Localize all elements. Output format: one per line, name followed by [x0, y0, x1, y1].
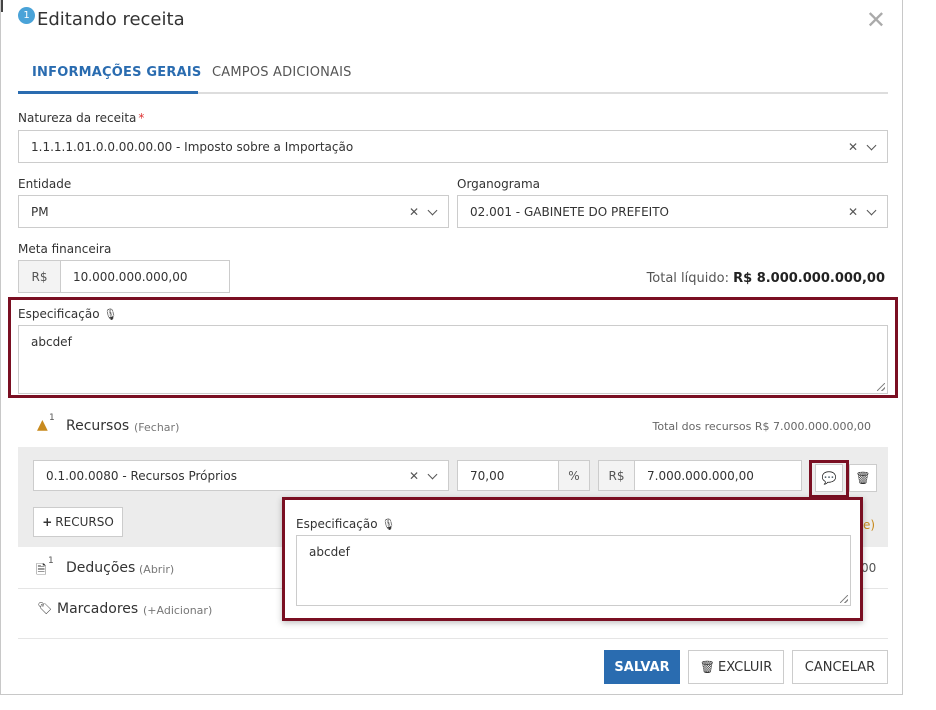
natureza-value: 1.1.1.1.01.0.0.00.00.00 - Imposto sobre …	[31, 139, 354, 154]
partial-text: 00	[861, 561, 877, 575]
especificacao-label: Especificação 🎙	[18, 307, 117, 321]
organograma-label: Organograma	[457, 177, 541, 191]
popover-text: abcdef	[309, 545, 350, 559]
recurso-select[interactable]: 0.1.00.0080 - Recursos Próprios ✕	[33, 460, 449, 491]
add-recurso-label: RECURSO	[55, 515, 114, 529]
especificacao-text: abcdef	[31, 335, 72, 349]
entidade-value: PM	[31, 204, 49, 219]
especificacao-textarea[interactable]: abcdef	[18, 325, 888, 394]
notification-badge: 1	[18, 7, 35, 24]
clear-icon[interactable]: ✕	[409, 205, 423, 219]
clear-icon[interactable]: ✕	[848, 205, 862, 219]
resize-handle[interactable]	[840, 595, 848, 603]
currency-prefix: R$	[598, 460, 635, 491]
percent-input[interactable]: 70,00	[457, 460, 559, 491]
comment-icon[interactable]: 💬	[815, 464, 843, 492]
plus-icon: +	[42, 515, 53, 529]
amount-input[interactable]: 7.000.000.000,00	[634, 460, 802, 491]
deducoes-toggle[interactable]: (Abrir)	[139, 563, 174, 576]
cancel-button[interactable]: CANCELAR	[792, 650, 888, 684]
popover-textarea[interactable]: abcdef	[296, 535, 851, 606]
dialog-title: Editando receita	[37, 9, 185, 30]
chevron-down-icon[interactable]	[427, 205, 438, 215]
meta-label: Meta financeira	[18, 242, 112, 256]
save-button[interactable]: SALVAR	[604, 650, 680, 684]
recursos-toggle[interactable]: (Fechar)	[134, 421, 179, 434]
document-icon: 🗎	[36, 563, 47, 578]
entidade-select[interactable]: PM ✕	[18, 195, 449, 228]
popover-label: Especificação 🎙	[296, 517, 395, 531]
deducoes-title: Deduções	[66, 560, 136, 576]
add-recurso-button[interactable]: + RECURSO	[33, 507, 123, 537]
currency-prefix: R$	[18, 260, 61, 293]
resize-handle[interactable]	[877, 383, 885, 391]
marcadores-toggle[interactable]: (+Adicionar)	[143, 604, 212, 617]
tag-icon: 🏷	[37, 601, 53, 615]
organograma-select[interactable]: 02.001 - GABINETE DO PREFEITO ✕	[457, 195, 888, 228]
especificacao-popover: Especificação 🎙 abcdef	[282, 497, 863, 621]
clear-icon[interactable]: ✕	[409, 469, 423, 483]
tab-campos-adicionais[interactable]: CAMPOS ADICIONAIS	[212, 65, 352, 80]
total-liquido: Total líquido: R$ 8.000.000.000,00	[647, 271, 885, 286]
marcadores-title: Marcadores	[57, 601, 139, 617]
recursos-title: Recursos	[66, 418, 130, 434]
microphone-icon[interactable]: 🎙	[381, 518, 395, 531]
warning-icon: ▲	[37, 417, 48, 433]
window-edge	[1, 0, 3, 12]
chevron-down-icon[interactable]	[427, 469, 438, 479]
natureza-label-text: Natureza da receita	[18, 111, 137, 125]
especificacao-label-text: Especificação	[18, 307, 100, 321]
popover-label-text: Especificação	[296, 517, 378, 531]
total-liquido-value: R$ 8.000.000.000,00	[733, 271, 885, 286]
required-mark: *	[138, 111, 145, 125]
recurso-value: 0.1.00.0080 - Recursos Próprios	[46, 468, 237, 483]
microphone-icon[interactable]: 🎙	[103, 308, 117, 321]
partial-text: e)	[863, 518, 876, 532]
trash-icon: 🗑	[699, 660, 715, 674]
total-liquido-label: Total líquido:	[646, 271, 729, 286]
percent-suffix: %	[558, 460, 590, 491]
entidade-label: Entidade	[18, 177, 72, 191]
close-icon[interactable]: ✕	[866, 8, 886, 32]
chevron-down-icon[interactable]	[866, 140, 877, 150]
tab-bar: INFORMAÇÕES GERAIS CAMPOS ADICIONAIS	[18, 58, 888, 94]
delete-label: EXCLUIR	[718, 659, 773, 675]
tab-informacoes-gerais[interactable]: INFORMAÇÕES GERAIS	[32, 65, 201, 80]
chevron-down-icon[interactable]	[866, 205, 877, 215]
active-tab-indicator	[18, 91, 198, 94]
deducoes-badge: 1	[48, 556, 54, 566]
organograma-value: 02.001 - GABINETE DO PREFEITO	[470, 204, 669, 219]
edit-revenue-dialog: 1 Editando receita ✕ INFORMAÇÕES GERAIS …	[0, 0, 903, 695]
recursos-total: Total dos recursos R$ 7.000.000.000,00	[652, 420, 871, 433]
trash-icon[interactable]: 🗑	[849, 464, 877, 492]
natureza-select[interactable]: 1.1.1.1.01.0.0.00.00.00 - Imposto sobre …	[18, 130, 888, 163]
clear-icon[interactable]: ✕	[848, 140, 862, 154]
recursos-badge: 1	[49, 413, 55, 423]
delete-button[interactable]: 🗑 EXCLUIR	[688, 650, 784, 684]
meta-input[interactable]: 10.000.000.000,00	[60, 260, 230, 293]
natureza-label: Natureza da receita *	[18, 111, 144, 125]
